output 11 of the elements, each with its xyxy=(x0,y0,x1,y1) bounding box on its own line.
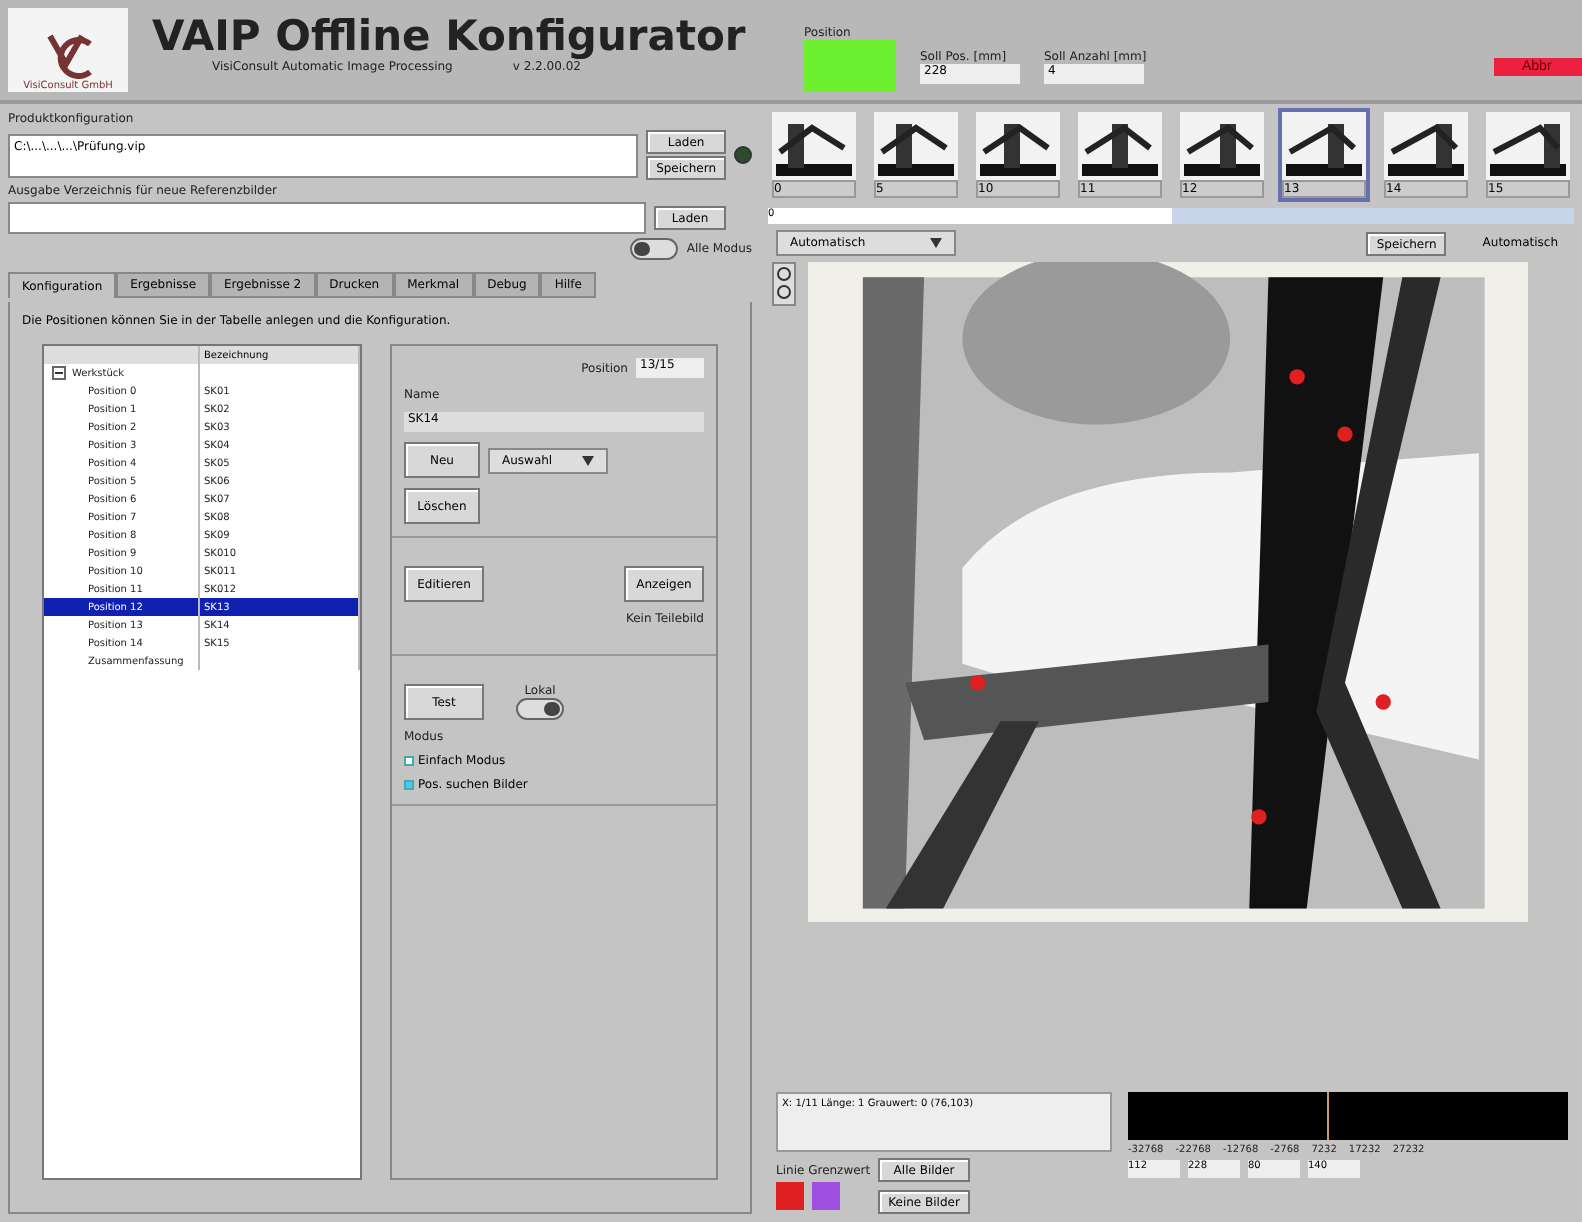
zoom-tool-icon[interactable] xyxy=(772,262,796,306)
color-swatch[interactable] xyxy=(812,1181,840,1209)
local-switch[interactable] xyxy=(516,698,564,720)
position-tree[interactable] xyxy=(42,344,362,1180)
caret-icon xyxy=(582,455,594,465)
caret-icon xyxy=(930,238,942,248)
directory-field[interactable] xyxy=(8,202,646,234)
color-swatch[interactable] xyxy=(776,1181,804,1209)
mode-toggle[interactable] xyxy=(630,238,679,260)
app-title: VAIP Offline Konfigurator xyxy=(152,12,748,60)
collapse-icon[interactable] xyxy=(52,366,66,380)
